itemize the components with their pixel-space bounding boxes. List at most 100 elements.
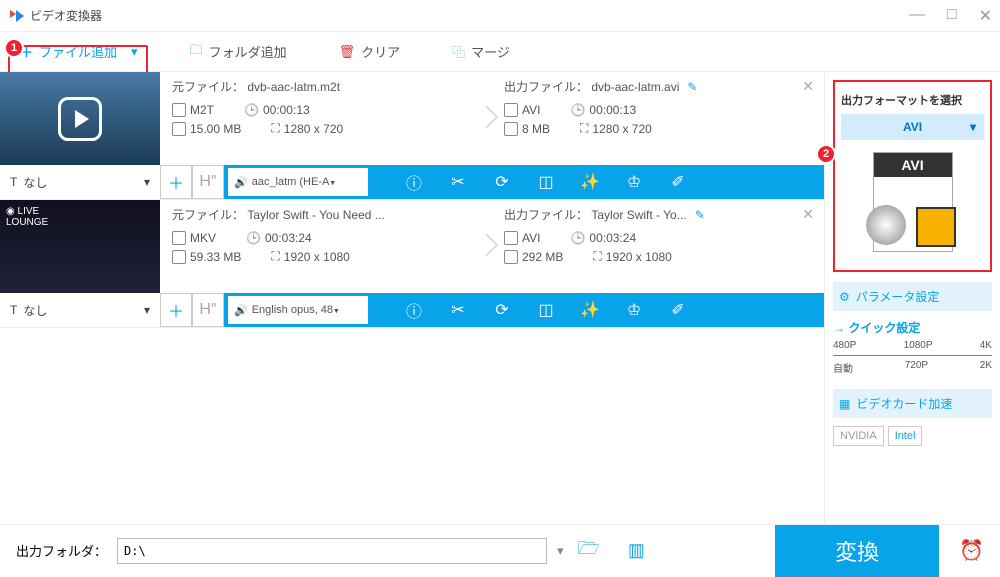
clock-icon: 🕒 bbox=[246, 231, 261, 245]
output-filename: dvb-aac-latm.avi bbox=[591, 80, 679, 94]
folder-icon bbox=[504, 122, 518, 136]
rotate-icon[interactable]: ⟳ bbox=[480, 293, 524, 327]
add-subtitle-button[interactable]: ＋ bbox=[160, 165, 192, 199]
play-icon bbox=[58, 97, 102, 141]
source-info: 元ファイル： Taylor Swift - You Need ... MKV 🕒… bbox=[160, 200, 492, 293]
reso-2k[interactable]: 2K bbox=[980, 360, 992, 375]
subtitle-select[interactable]: T なし▾ bbox=[0, 165, 160, 199]
folder-icon bbox=[172, 122, 186, 136]
crop-icon[interactable]: ◫ bbox=[524, 165, 568, 199]
browse-folder-icon[interactable]: 🗁 bbox=[578, 536, 600, 566]
chevron-down-icon: ▾ bbox=[970, 120, 976, 134]
title-bar: ビデオ変換器 — □ ✕ bbox=[0, 0, 1000, 32]
cut-icon[interactable]: ✂ bbox=[436, 165, 480, 199]
rotate-icon[interactable]: ⟳ bbox=[480, 165, 524, 199]
crop-icon[interactable]: ◫ bbox=[524, 293, 568, 327]
maximize-button[interactable]: □ bbox=[947, 6, 957, 26]
resolution-icon: ⛶ bbox=[271, 249, 279, 264]
parameter-settings-button[interactable]: ⚙ パラメータ設定 bbox=[833, 282, 992, 311]
folder-icon bbox=[172, 250, 186, 264]
edit-icon[interactable]: ✎ bbox=[687, 80, 697, 94]
file-item: ◉ LIVELOUNGE 元ファイル： Taylor Swift - You N… bbox=[0, 200, 824, 328]
resolution-icon: ⛶ bbox=[580, 121, 588, 136]
convert-button[interactable]: 変換 bbox=[775, 525, 939, 577]
sliders-icon: ⚙ bbox=[839, 290, 850, 304]
gpu-nvidia[interactable]: NVIDIA bbox=[833, 426, 884, 446]
minimize-button[interactable]: — bbox=[909, 6, 925, 26]
app-logo-icon bbox=[8, 8, 24, 24]
output-format-select[interactable]: AVI ▾ bbox=[841, 114, 984, 140]
disc-icon bbox=[172, 231, 186, 245]
source-filename: dvb-aac-latm.m2t bbox=[247, 80, 340, 94]
watermark-icon[interactable]: ♔ bbox=[612, 293, 656, 327]
source-filename: Taylor Swift - You Need ... bbox=[247, 208, 384, 222]
watermark-icon[interactable]: ♔ bbox=[612, 165, 656, 199]
item-toolbar: T なし▾ ＋ H″ 🔊 English opus, 48 ▾ ⓘ ✂ ⟳ ◫ … bbox=[0, 293, 824, 327]
disc-icon bbox=[172, 103, 186, 117]
folder-icon bbox=[504, 250, 518, 264]
effect-icon[interactable]: ✨ bbox=[568, 165, 612, 199]
remove-item-button[interactable]: ✕ bbox=[802, 78, 814, 95]
chevron-down-icon: ▾ bbox=[131, 44, 138, 60]
video-thumbnail[interactable]: ◉ LIVELOUNGE bbox=[0, 200, 160, 293]
folder-plus-icon: 🗀 bbox=[190, 41, 203, 63]
quick-settings-title: → クイック設定 bbox=[833, 319, 992, 336]
gpu-intel[interactable]: Intel bbox=[888, 426, 923, 446]
film-icon bbox=[916, 207, 956, 247]
format-preview-icon: AVI bbox=[845, 144, 980, 260]
merge-button[interactable]: ⿻ マージ bbox=[444, 38, 518, 65]
remove-item-button[interactable]: ✕ bbox=[802, 206, 814, 223]
output-info: 出力ファイル： Taylor Swift - Yo...✎ AVI 🕒 00:0… bbox=[492, 200, 824, 293]
cut-icon[interactable]: ✂ bbox=[436, 293, 480, 327]
add-folder-button[interactable]: 🗀 フォルダ追加 bbox=[182, 37, 295, 67]
clock-icon: 🕒 bbox=[570, 231, 585, 245]
clock-icon: 🕒 bbox=[570, 103, 585, 117]
file-list: 元ファイル： dvb-aac-latm.m2t M2T 🕒 00:00:13 1… bbox=[0, 72, 825, 524]
source-info: 元ファイル： dvb-aac-latm.m2t M2T 🕒 00:00:13 1… bbox=[160, 72, 492, 165]
output-folder-label: 出力フォルダ： bbox=[16, 541, 107, 560]
disc-icon bbox=[866, 205, 906, 245]
reso-720p[interactable]: 720P bbox=[905, 360, 928, 375]
open-output-icon[interactable]: ▥ bbox=[628, 540, 645, 561]
sidebar: 出力フォーマットを選択 AVI ▾ AVI ⚙ パラメータ設定 → クイック設定… bbox=[825, 72, 1000, 524]
add-subtitle-button[interactable]: ＋ bbox=[160, 293, 192, 327]
merge-icon: ⿻ bbox=[452, 42, 465, 61]
subtitle-edit-icon[interactable]: ✐ bbox=[656, 293, 700, 327]
audio-track-select[interactable]: 🔊 English opus, 48 ▾ bbox=[228, 296, 368, 324]
resolution-icon: ⛶ bbox=[271, 121, 279, 136]
scheduler-icon[interactable]: ⏰ bbox=[959, 538, 984, 563]
resolution-icon: ⛶ bbox=[593, 249, 601, 264]
info-icon[interactable]: ⓘ bbox=[392, 293, 436, 327]
reso-480p[interactable]: 480P bbox=[833, 340, 856, 351]
clear-button[interactable]: 🗑 クリア bbox=[331, 38, 409, 65]
reso-auto[interactable]: 自動 bbox=[833, 360, 853, 375]
main-toolbar: ＋ ファイル追加 ▾ 🗀 フォルダ追加 🗑 クリア ⿻ マージ bbox=[0, 32, 1000, 72]
output-info: 出力ファイル： dvb-aac-latm.avi✎ AVI 🕒 00:00:13… bbox=[492, 72, 824, 165]
hardcode-button[interactable]: H″ bbox=[192, 293, 224, 327]
item-toolbar: T なし▾ ＋ H″ 🔊 aac_latm (HE-A ▾ ⓘ ✂ ⟳ ◫ ✨ … bbox=[0, 165, 824, 199]
subtitle-edit-icon[interactable]: ✐ bbox=[656, 165, 700, 199]
edit-icon[interactable]: ✎ bbox=[695, 208, 705, 222]
footer: 出力フォルダ： ▾ 🗁 ▥ 変換 ⏰ bbox=[0, 524, 1000, 576]
close-button[interactable]: ✕ bbox=[979, 6, 992, 26]
chevron-down-icon[interactable]: ▾ bbox=[557, 543, 564, 559]
disc-icon bbox=[504, 231, 518, 245]
info-icon[interactable]: ⓘ bbox=[392, 165, 436, 199]
audio-track-select[interactable]: 🔊 aac_latm (HE-A ▾ bbox=[228, 168, 368, 196]
effect-icon[interactable]: ✨ bbox=[568, 293, 612, 327]
hardcode-button[interactable]: H″ bbox=[192, 165, 224, 199]
video-thumbnail[interactable] bbox=[0, 72, 160, 165]
output-folder-input[interactable] bbox=[117, 538, 547, 564]
reso-1080p[interactable]: 1080P bbox=[904, 340, 933, 351]
add-file-button[interactable]: ＋ ファイル追加 ▾ bbox=[12, 38, 146, 65]
window-title: ビデオ変換器 bbox=[30, 7, 102, 24]
output-filename: Taylor Swift - Yo... bbox=[591, 208, 686, 222]
clock-icon: 🕒 bbox=[244, 103, 259, 117]
trash-icon: 🗑 bbox=[339, 44, 356, 60]
callout-2: 2 bbox=[816, 144, 836, 164]
callout-1: 1 bbox=[4, 38, 24, 58]
gpu-accel-button[interactable]: ▦ ビデオカード加速 bbox=[833, 389, 992, 418]
reso-4k[interactable]: 4K bbox=[980, 340, 992, 351]
format-section-title: 出力フォーマットを選択 bbox=[841, 92, 984, 108]
subtitle-select[interactable]: T なし▾ bbox=[0, 293, 160, 327]
